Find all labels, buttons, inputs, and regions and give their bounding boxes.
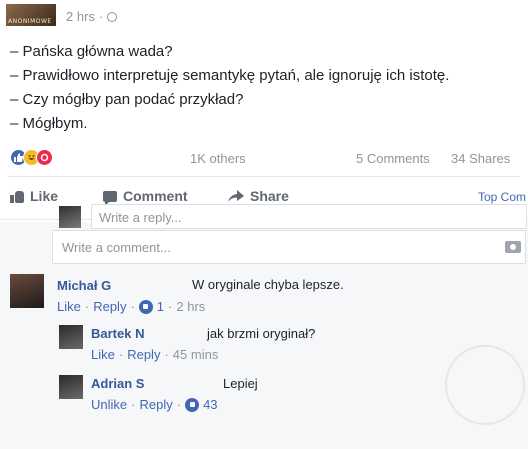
post-meta: 2 hrs ·: [66, 9, 118, 24]
page-avatar[interactable]: ANONIMOWE: [6, 4, 56, 26]
comment-reply-link[interactable]: Reply: [127, 347, 160, 362]
comment-actions: Unlike · Reply · 43: [91, 397, 218, 412]
thumb-up-icon: [10, 190, 24, 203]
comment-label: Comment: [123, 188, 188, 204]
top-comments-dropdown[interactable]: Top Com: [478, 190, 526, 204]
post-line: – Pańska główna wada?: [10, 43, 173, 60]
comment-reply-link[interactable]: Reply: [93, 299, 126, 314]
comment-actions: Like · Reply · 1 · 2 hrs: [57, 299, 205, 314]
comment-item: Michał G W oryginale chyba lepsze. Like …: [10, 274, 520, 319]
post-header: ANONIMOWE 2 hrs ·: [6, 4, 118, 30]
comment-reply-link[interactable]: Reply: [139, 397, 172, 412]
watermark-seal: [445, 345, 525, 425]
comment-text: Lepiej: [223, 376, 258, 391]
share-button[interactable]: Share: [228, 188, 289, 204]
comments-count[interactable]: 5 Comments: [356, 151, 430, 166]
commenter-name[interactable]: Michał G: [57, 278, 111, 293]
comment-input-placeholder: Write a comment...: [62, 240, 171, 255]
reactions-others[interactable]: 1K others: [190, 151, 246, 166]
comment-like-link[interactable]: Like: [57, 299, 81, 314]
comment-actions: Like · Reply · 45 mins: [91, 347, 218, 362]
like-label: Like: [30, 188, 59, 204]
like-count-icon: [185, 397, 200, 412]
reply-input-placeholder: Write a reply...: [99, 210, 182, 225]
comment-icon: [103, 190, 117, 206]
shares-count[interactable]: 34 Shares: [451, 151, 510, 166]
separator-dot: ·: [130, 299, 135, 314]
page-avatar-logo: ANONIMOWE: [8, 18, 52, 25]
reactions-summary[interactable]: [10, 149, 53, 166]
comment-like-link[interactable]: Like: [91, 347, 115, 362]
comment-like-count[interactable]: 1: [157, 299, 164, 314]
share-label: Share: [250, 188, 289, 204]
avatar[interactable]: [59, 325, 83, 349]
camera-icon[interactable]: [505, 241, 521, 253]
angry-reaction-icon: [36, 149, 53, 166]
reply-input[interactable]: Write a reply...: [91, 204, 527, 229]
separator-dot: ·: [164, 347, 169, 362]
globe-icon: [107, 11, 118, 22]
post-stats: 1K others 5 Comments 34 Shares: [10, 149, 520, 169]
share-arrow-icon: [228, 190, 244, 202]
commenter-name[interactable]: Bartek N: [91, 326, 144, 341]
post-line: – Czy mógłby pan podać przykład?: [10, 91, 244, 108]
comment-text: jak brzmi oryginał?: [207, 326, 316, 341]
post-time[interactable]: 2 hrs: [66, 9, 95, 24]
comment-time[interactable]: 45 mins: [173, 347, 219, 362]
comment-text: W oryginale chyba lepsze.: [192, 277, 344, 292]
separator-dot: ·: [168, 299, 173, 314]
separator-dot: ·: [84, 299, 90, 314]
comment-like-count[interactable]: 43: [203, 397, 217, 412]
avatar: [59, 206, 81, 228]
avatar[interactable]: [59, 375, 83, 399]
comment-unlike-link[interactable]: Unlike: [91, 397, 127, 412]
post-body: – Pańska główna wada? – Prawidłowo inter…: [10, 40, 449, 136]
meta-separator: ·: [98, 9, 104, 24]
separator-dot: ·: [131, 397, 136, 412]
comment-input[interactable]: Write a comment...: [52, 230, 526, 264]
separator-dot: ·: [118, 347, 124, 362]
reply-item: Bartek N jak brzmi oryginał? Like · Repl…: [59, 325, 519, 365]
like-button[interactable]: Like: [10, 188, 58, 204]
divider: [8, 176, 520, 177]
like-count-icon: [138, 299, 153, 314]
post-line: – Prawidłowo interpretuję semantykę pyta…: [10, 67, 450, 84]
comment-button[interactable]: Comment: [103, 188, 188, 206]
separator-dot: ·: [176, 397, 182, 412]
commenter-name[interactable]: Adrian S: [91, 376, 144, 391]
post-line: – Mógłbym.: [10, 115, 88, 132]
comment-time[interactable]: 2 hrs: [176, 299, 205, 314]
avatar[interactable]: [10, 274, 44, 308]
